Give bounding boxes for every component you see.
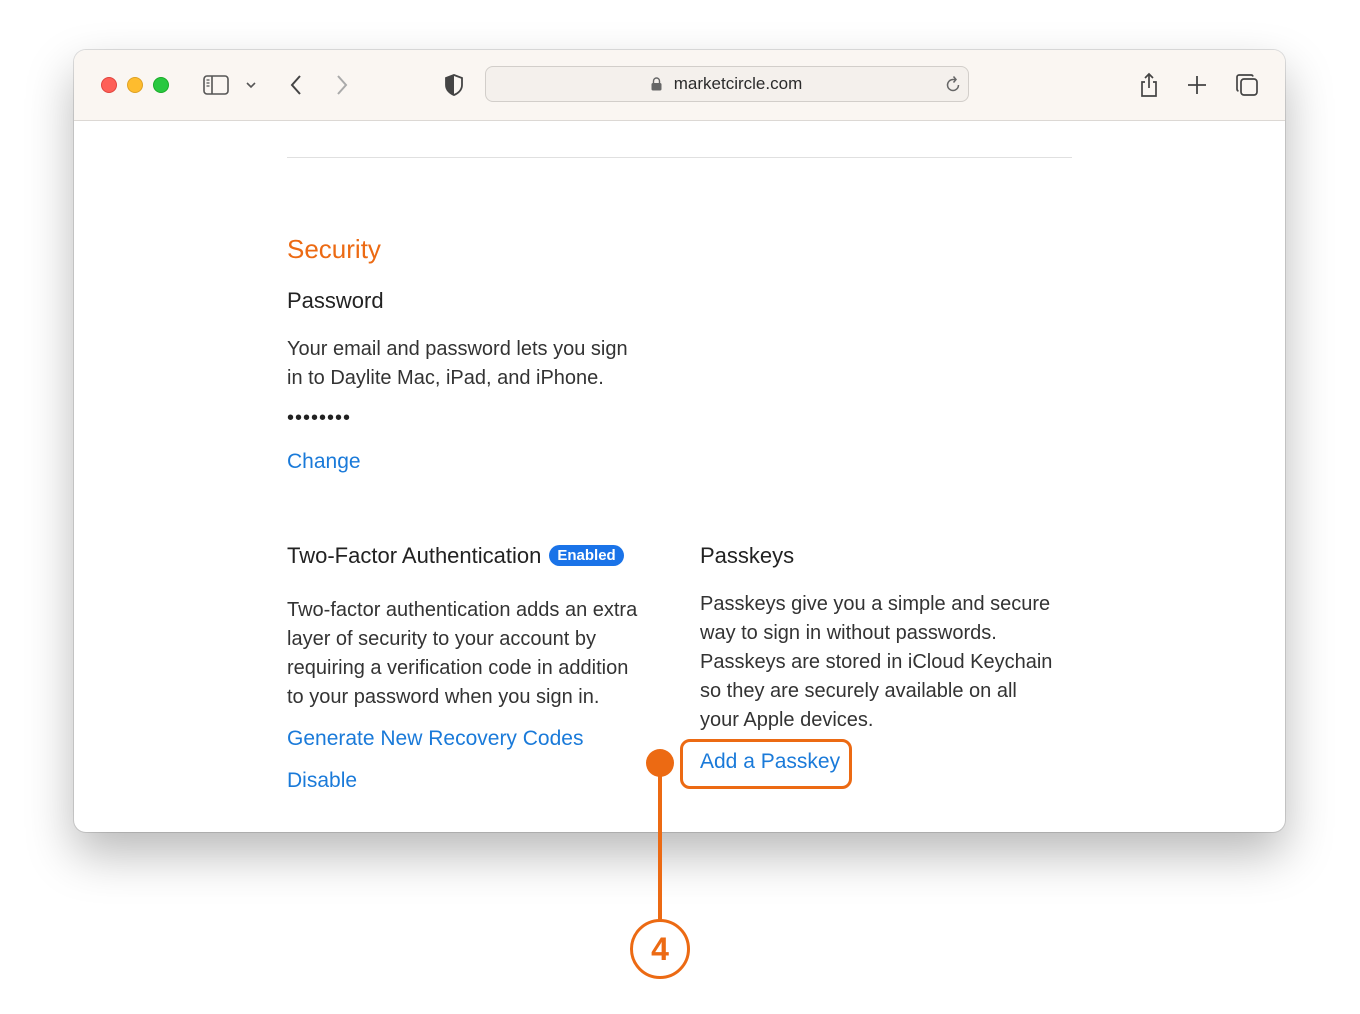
password-description-line: in to Daylite Mac, iPad, and iPhone.: [287, 367, 604, 389]
share-icon[interactable]: [1138, 70, 1160, 100]
address-url: marketcircle.com: [673, 74, 803, 93]
two-factor-heading-text: Two-Factor Authentication: [287, 543, 542, 568]
security-section-title: Security: [287, 234, 381, 264]
disable-two-factor-link[interactable]: Disable: [287, 769, 357, 793]
callout-leader-line: [658, 763, 662, 921]
minimize-window-button[interactable]: [127, 77, 143, 93]
sidebar-toggle-icon[interactable]: [202, 70, 230, 100]
address-bar[interactable]: marketcircle.com: [485, 66, 969, 102]
callout-highlight-box: [680, 739, 852, 789]
forward-button-icon[interactable]: [332, 70, 352, 100]
masked-password: ••••••••: [287, 407, 352, 429]
generate-recovery-codes-link[interactable]: Generate New Recovery Codes: [287, 727, 583, 751]
browser-window: marketcircle.com Security Password Your …: [74, 50, 1285, 832]
two-factor-description: Two-factor authentication adds an extra …: [287, 596, 637, 712]
zoom-window-button[interactable]: [153, 77, 169, 93]
passkeys-heading: Passkeys: [700, 543, 795, 568]
browser-toolbar: marketcircle.com: [74, 50, 1285, 121]
passkeys-description-line: Passkeys are stored in iCloud Keychain: [700, 651, 1053, 673]
close-window-button[interactable]: [101, 77, 117, 93]
enabled-status-badge: Enabled: [549, 545, 624, 566]
two-factor-description-line: requiring a verification code in additio…: [287, 657, 629, 679]
section-divider: [287, 157, 1072, 158]
two-factor-description-line: to your password when you sign in.: [287, 686, 600, 708]
back-button-icon[interactable]: [286, 70, 306, 100]
callout-anchor-dot: [646, 749, 674, 777]
tab-overview-icon[interactable]: [1234, 70, 1260, 100]
reload-icon[interactable]: [944, 74, 962, 99]
password-description-line: Your email and password lets you sign: [287, 338, 628, 360]
two-factor-description-line: Two-factor authentication adds an extra: [287, 599, 638, 621]
password-heading: Password: [287, 288, 384, 313]
passkeys-description-line: way to sign in without passwords.: [700, 622, 997, 644]
page-content: Security Password Your email and passwor…: [74, 121, 1285, 832]
password-description: Your email and password lets you sign in…: [287, 335, 628, 393]
chevron-down-icon[interactable]: [244, 70, 258, 100]
passkeys-description-line: Passkeys give you a simple and secure: [700, 593, 1051, 615]
callout-step-number: 4: [630, 919, 690, 979]
passkeys-description-line: your Apple devices.: [700, 709, 874, 731]
change-password-link[interactable]: Change: [287, 450, 361, 474]
passkeys-description: Passkeys give you a simple and secure wa…: [700, 590, 1052, 735]
two-factor-description-line: layer of security to your account by: [287, 628, 597, 650]
two-factor-heading: Two-Factor Authentication Enabled: [287, 543, 624, 569]
privacy-shield-icon[interactable]: [442, 70, 466, 100]
passkeys-description-line: so they are securely available on all: [700, 680, 1017, 702]
new-tab-plus-icon[interactable]: [1186, 70, 1208, 100]
